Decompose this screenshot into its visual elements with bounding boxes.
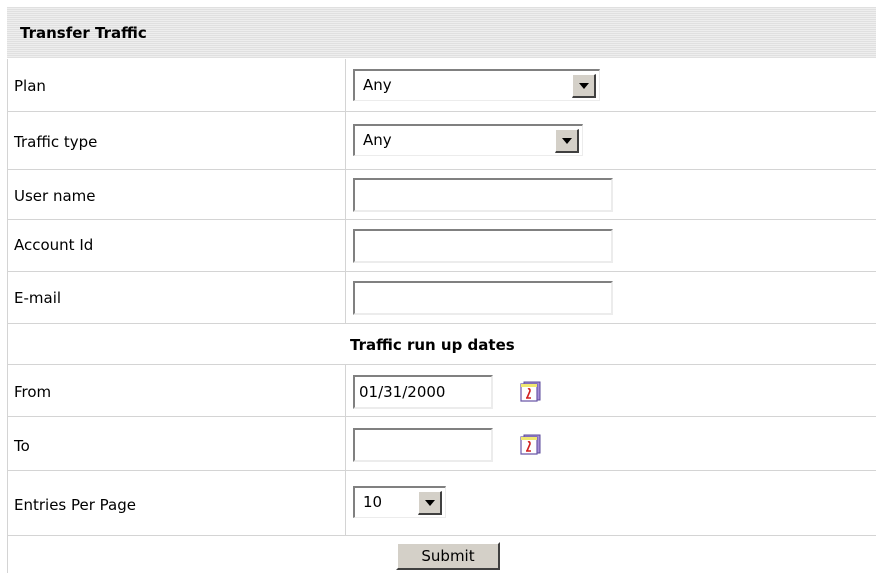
plan-select[interactable]: Any — [353, 69, 600, 101]
page-title: Transfer Traffic — [20, 24, 147, 42]
plan-row: Plan Any — [7, 59, 876, 112]
traffic-type-select-value: Any — [363, 131, 392, 149]
chevron-down-icon — [562, 138, 572, 144]
column-divider — [345, 365, 346, 416]
account-id-input[interactable] — [353, 229, 613, 263]
column-divider — [345, 417, 346, 470]
transfer-traffic-form: Transfer Traffic Plan Any Traffic type A… — [7, 7, 876, 573]
email-input[interactable] — [353, 281, 613, 315]
column-divider — [345, 220, 346, 271]
traffic-type-row: Traffic type Any — [7, 112, 876, 170]
to-label: To — [14, 437, 30, 455]
traffic-type-select[interactable]: Any — [353, 124, 583, 156]
entries-per-page-value: 10 — [363, 493, 383, 511]
to-date-row: To — [7, 417, 876, 471]
from-date-row: From — [7, 365, 876, 417]
chevron-down-icon — [425, 500, 435, 506]
account-id-label: Account Id — [14, 236, 94, 254]
plan-dropdown-button[interactable] — [572, 74, 596, 98]
section-title: Traffic run up dates — [350, 336, 515, 354]
column-divider — [345, 112, 346, 169]
plan-label: Plan — [14, 77, 46, 95]
from-date-input[interactable] — [353, 375, 493, 409]
column-divider — [345, 170, 346, 219]
email-row: E-mail — [7, 272, 876, 324]
to-date-input[interactable] — [353, 428, 493, 462]
plan-select-value: Any — [363, 76, 392, 94]
user-name-input[interactable] — [353, 178, 613, 212]
form-header: Transfer Traffic — [7, 7, 876, 59]
email-label: E-mail — [14, 289, 62, 307]
traffic-type-dropdown-button[interactable] — [555, 129, 579, 153]
column-divider — [345, 471, 346, 535]
entries-dropdown-button[interactable] — [418, 491, 442, 515]
dates-section-row: Traffic run up dates — [7, 324, 876, 365]
user-name-row: User name — [7, 170, 876, 220]
traffic-type-label: Traffic type — [14, 133, 98, 151]
column-divider — [345, 272, 346, 323]
column-divider — [345, 59, 346, 111]
entries-per-page-row: Entries Per Page 10 — [7, 471, 876, 536]
entries-per-page-select[interactable]: 10 — [353, 486, 446, 518]
calendar-icon[interactable] — [518, 380, 544, 402]
user-name-label: User name — [14, 187, 96, 205]
calendar-icon[interactable] — [518, 433, 544, 455]
submit-button[interactable]: Submit — [396, 542, 500, 570]
from-label: From — [14, 383, 52, 401]
entries-per-page-label: Entries Per Page — [14, 496, 136, 514]
submit-row: Submit — [7, 536, 876, 573]
chevron-down-icon — [579, 83, 589, 89]
account-id-row: Account Id — [7, 220, 876, 272]
